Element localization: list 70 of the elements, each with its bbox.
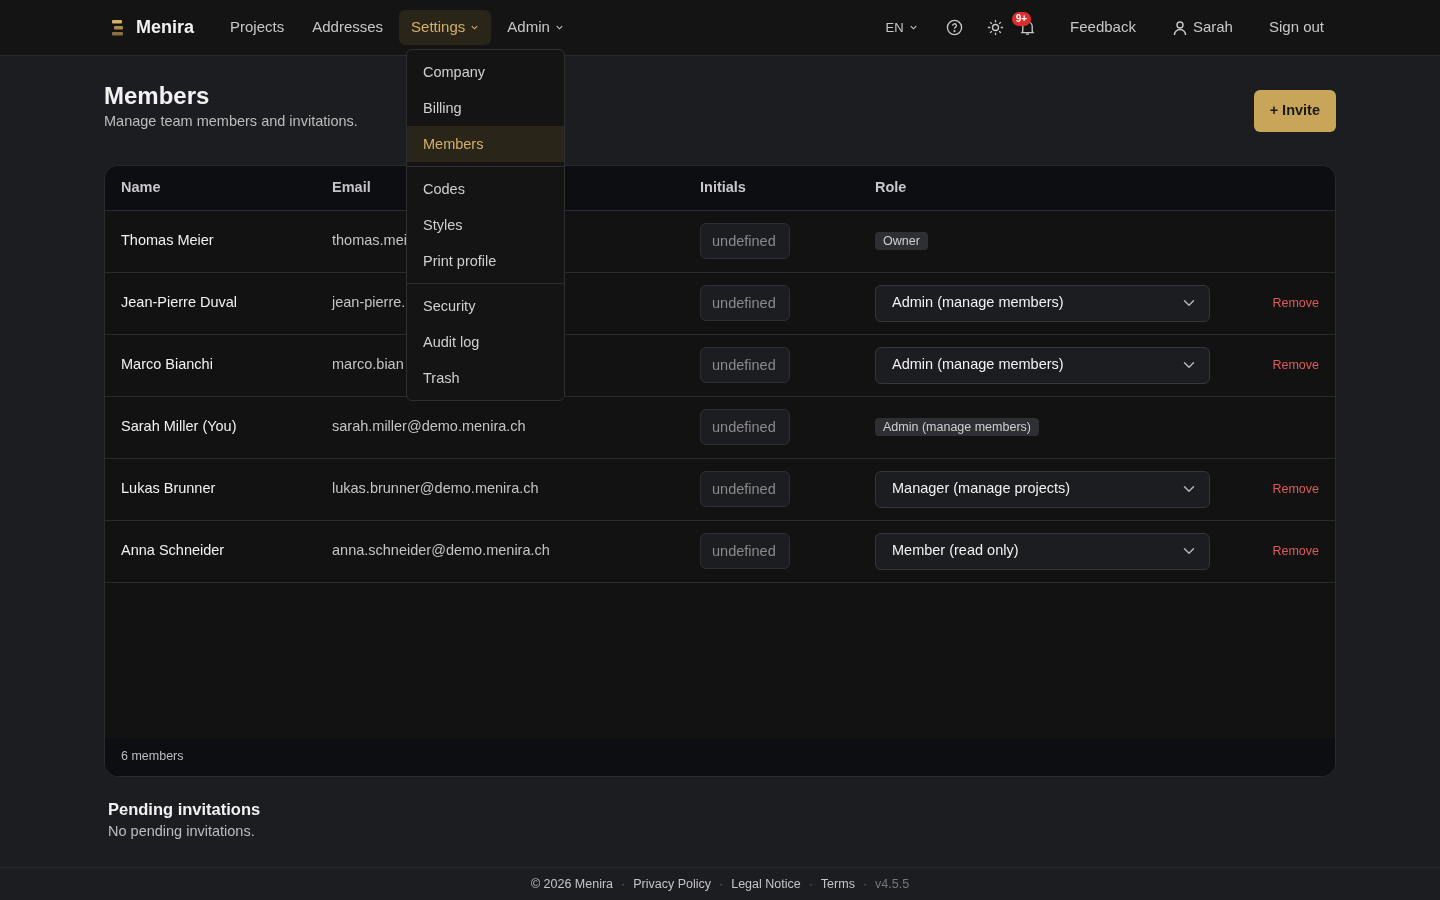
role-select[interactable]: Admin (manage members) bbox=[875, 346, 1210, 384]
footer-link[interactable]: Legal Notice bbox=[731, 874, 801, 894]
user-icon bbox=[1171, 19, 1188, 36]
menu-item[interactable]: Members bbox=[407, 126, 564, 162]
table-cell: marco.bian bbox=[332, 356, 404, 373]
table-cell: lukas.brunner@demo.menira.ch bbox=[332, 480, 539, 497]
page-title: Members bbox=[104, 82, 211, 111]
table-cell: Thomas Meier bbox=[121, 232, 214, 249]
nav-link[interactable]: Projects bbox=[218, 10, 297, 45]
column-header: Initials bbox=[700, 178, 746, 195]
table-cell: Lukas Brunner bbox=[121, 480, 216, 497]
help-icon[interactable] bbox=[945, 19, 963, 36]
menu-item[interactable]: Audit log bbox=[407, 324, 564, 360]
version-text: v4.5.5 bbox=[875, 875, 910, 893]
remove-link[interactable]: Remove bbox=[1272, 358, 1319, 373]
initials-field[interactable]: undefined bbox=[700, 347, 790, 384]
initials-field[interactable]: undefined bbox=[700, 471, 790, 508]
menu-item[interactable]: Codes bbox=[407, 171, 564, 207]
table-cell: sarah.miller@demo.menira.ch bbox=[332, 418, 526, 435]
role-tag: Owner bbox=[875, 232, 928, 251]
menu-item[interactable]: Security bbox=[407, 288, 564, 324]
language-selector[interactable]: EN bbox=[873, 11, 930, 44]
nav-link[interactable]: Admin bbox=[495, 10, 576, 45]
table-cell: jean-pierre. bbox=[332, 294, 406, 311]
footer-link[interactable]: Privacy Policy bbox=[633, 874, 711, 894]
menu-item[interactable]: Company bbox=[407, 54, 564, 90]
table-cell: Anna Schneider bbox=[121, 542, 225, 559]
nav-link[interactable]: Settings bbox=[399, 10, 492, 45]
copyright-text: © 2026 Menira bbox=[530, 875, 614, 893]
remove-link[interactable]: Remove bbox=[1272, 296, 1319, 311]
menu-item[interactable]: Billing bbox=[407, 90, 564, 126]
user-menu[interactable]: Sarah bbox=[1159, 10, 1245, 45]
notification-badge: 9+ bbox=[1011, 11, 1032, 26]
role-tag: Admin (manage members) bbox=[875, 418, 1039, 437]
empty-message: No pending invitations. bbox=[108, 822, 256, 842]
remove-link[interactable]: Remove bbox=[1272, 544, 1319, 559]
invite-button[interactable]: + Invite bbox=[1253, 90, 1336, 132]
table-cell: Sarah Miller (You) bbox=[121, 418, 237, 435]
menu-item[interactable]: Print profile bbox=[407, 243, 564, 279]
role-select[interactable]: Member (read only) bbox=[875, 532, 1210, 570]
sign-out-link[interactable]: Sign out bbox=[1256, 10, 1336, 45]
page-subtitle: Manage team members and invitations. bbox=[104, 111, 358, 131]
separator-dot: · bbox=[808, 875, 813, 893]
table-cell: anna.schneider@demo.menira.ch bbox=[332, 542, 550, 559]
table-cell: thomas.mei bbox=[332, 232, 407, 249]
initials-field[interactable]: undefined bbox=[700, 223, 790, 260]
separator-dot: · bbox=[621, 875, 626, 893]
table-cell: Jean-Pierre Duval bbox=[121, 294, 238, 311]
feedback-link[interactable]: Feedback bbox=[1058, 10, 1148, 45]
separator-dot: · bbox=[862, 875, 868, 893]
caret-icon bbox=[908, 23, 918, 32]
column-header: Name bbox=[121, 178, 161, 195]
menu-item[interactable]: Styles bbox=[407, 207, 564, 243]
initials-field[interactable]: undefined bbox=[700, 409, 790, 446]
role-select[interactable]: Admin (manage members) bbox=[875, 284, 1210, 322]
column-header: Role bbox=[875, 178, 907, 195]
sun-icon[interactable] bbox=[986, 19, 1004, 36]
initials-field[interactable]: undefined bbox=[700, 533, 790, 570]
footer-link[interactable]: Terms bbox=[820, 874, 855, 894]
remove-link[interactable]: Remove bbox=[1272, 482, 1319, 497]
nav-link[interactable]: Addresses bbox=[300, 10, 396, 45]
section-title: Pending invitations bbox=[108, 798, 262, 820]
member-count: 6 members bbox=[121, 748, 184, 763]
menu-item[interactable]: Trash bbox=[407, 360, 564, 396]
role-select[interactable]: Manager (manage projects) bbox=[875, 470, 1210, 508]
brand-name[interactable]: Menira bbox=[136, 14, 195, 41]
column-header: Email bbox=[332, 178, 371, 195]
separator-dot: · bbox=[719, 875, 724, 893]
table-cell: Marco Bianchi bbox=[121, 356, 213, 373]
initials-field[interactable]: undefined bbox=[700, 285, 790, 322]
